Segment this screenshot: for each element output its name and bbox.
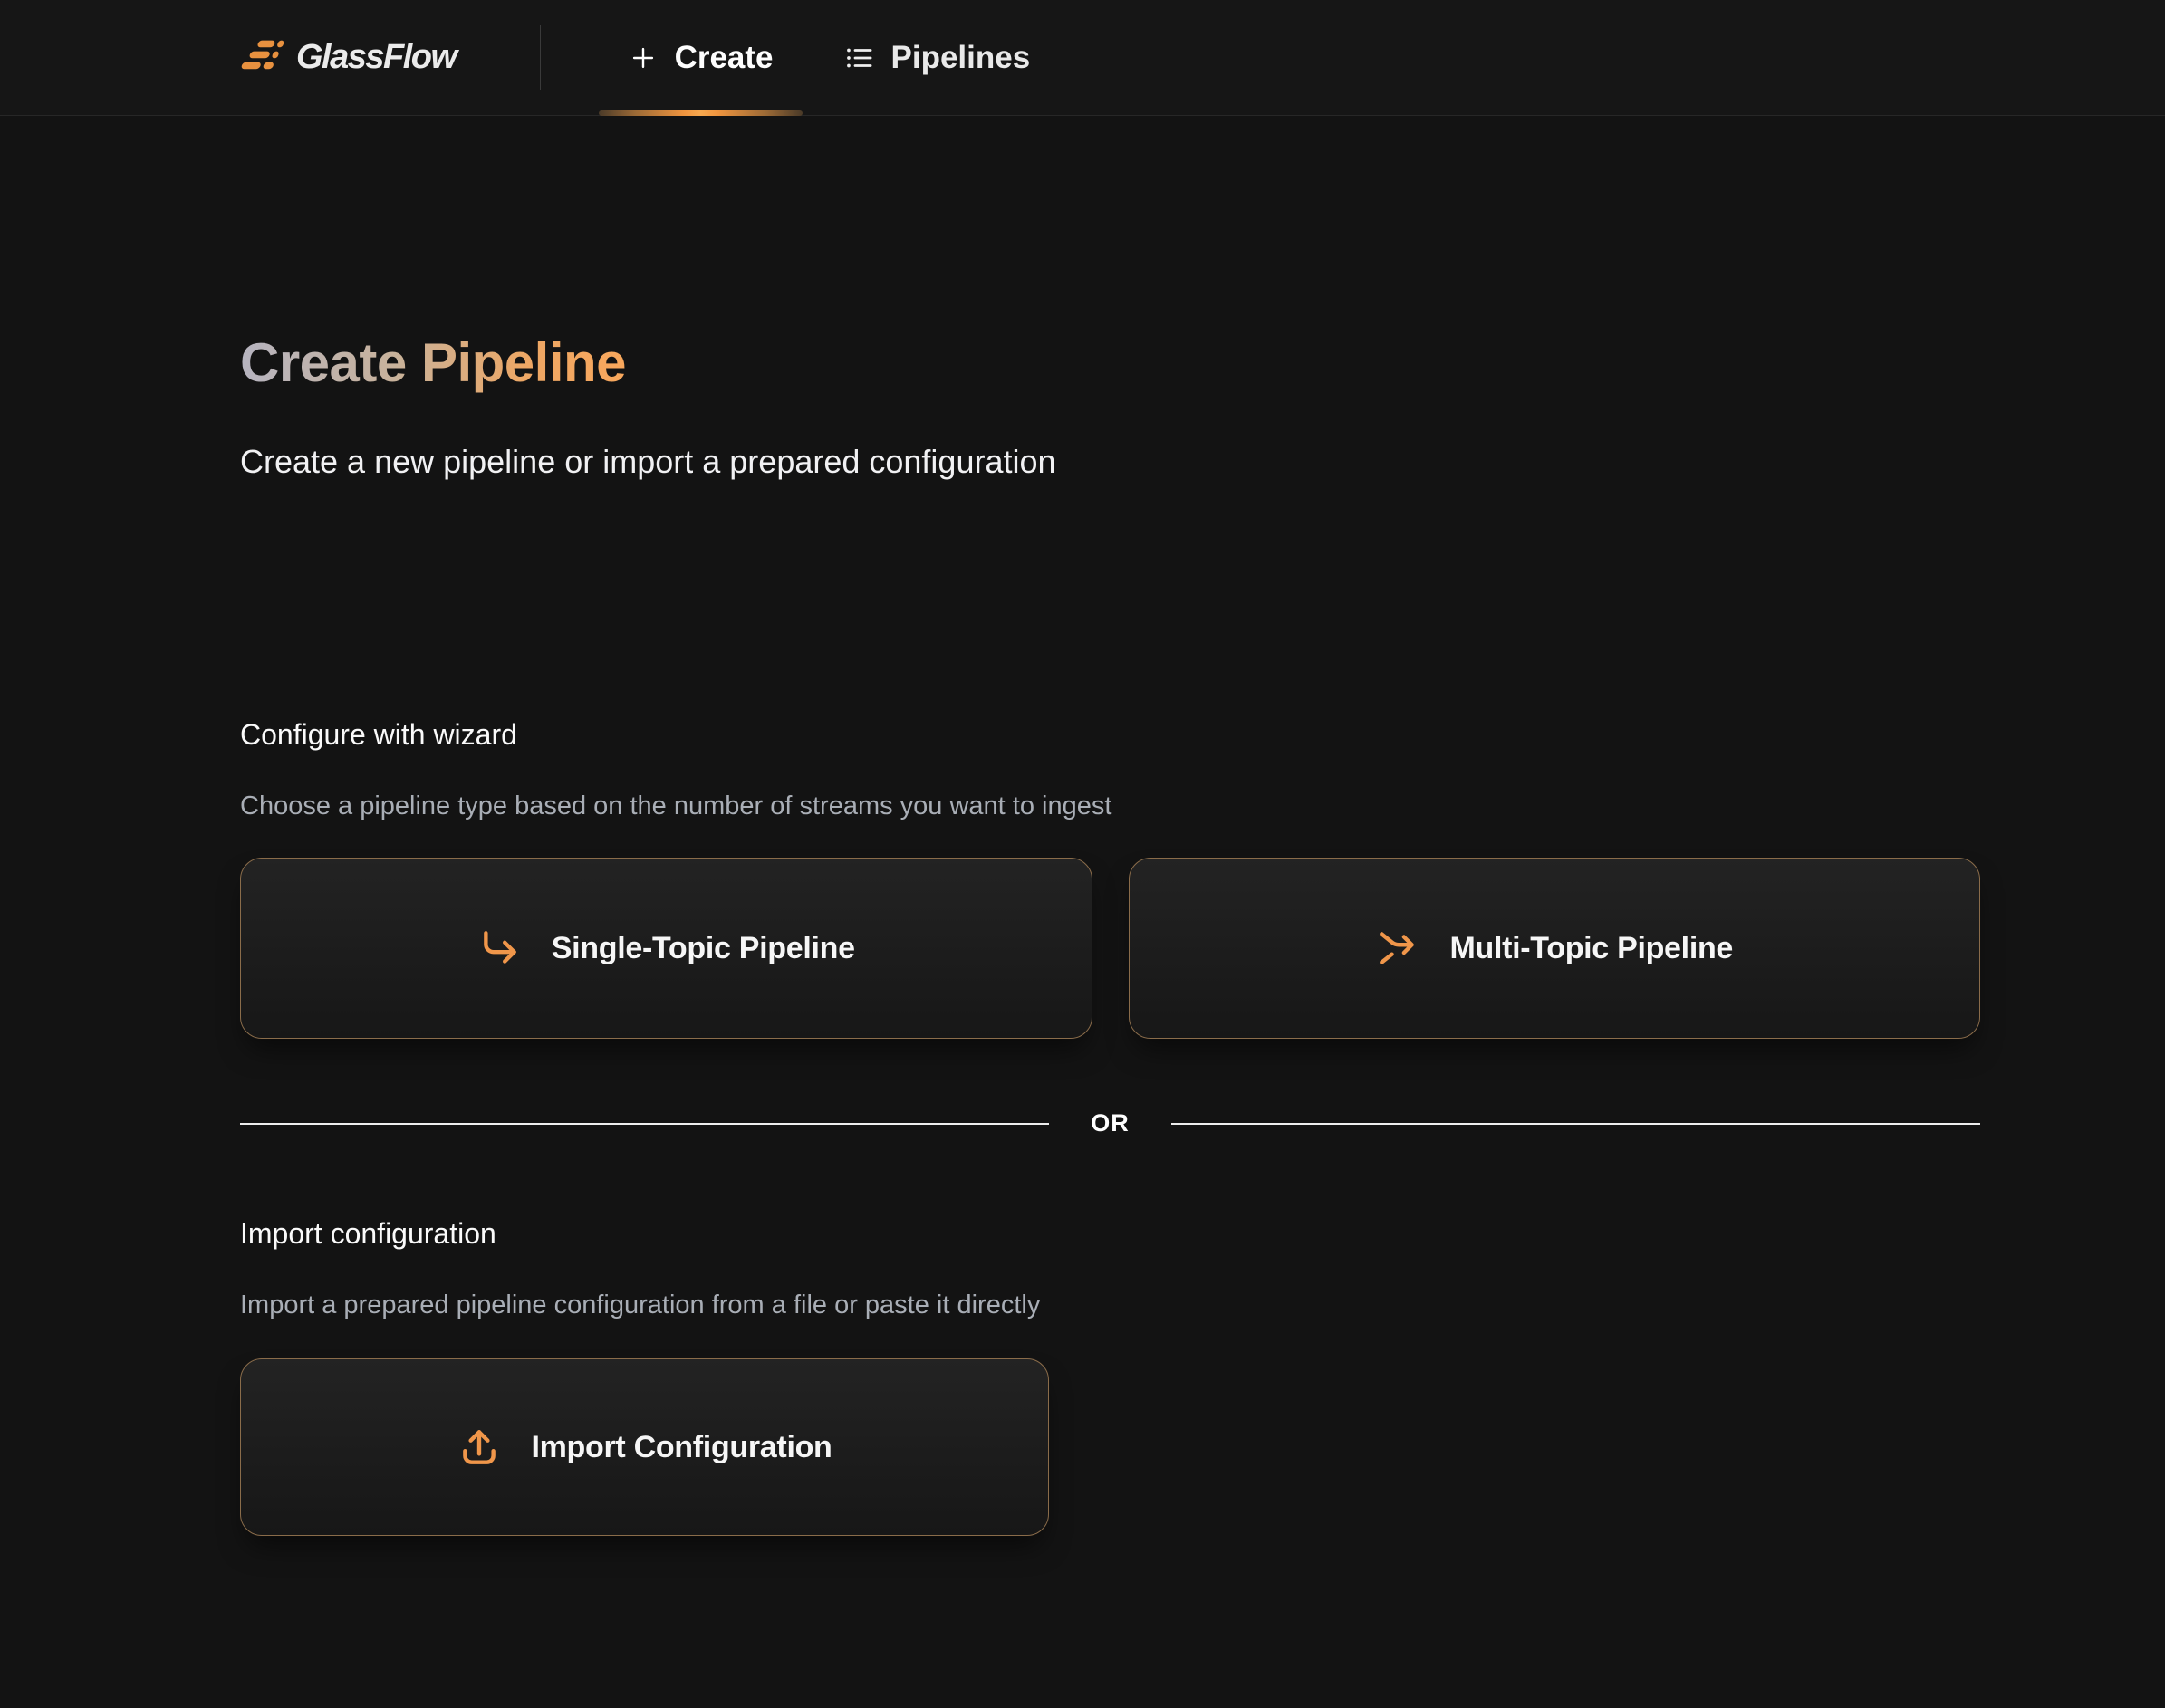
divider-line-right: [1171, 1123, 1980, 1125]
import-heading: Import configuration: [240, 1217, 1980, 1251]
tab-create-label: Create: [675, 40, 774, 76]
single-topic-pipeline-button[interactable]: Single-Topic Pipeline: [240, 858, 1092, 1039]
import-configuration-label: Import Configuration: [531, 1430, 832, 1465]
tab-pipelines[interactable]: Pipelines: [815, 0, 1060, 115]
merge-icon: [1375, 926, 1420, 971]
import-section: Import configuration Import a prepared p…: [240, 1217, 1980, 1536]
import-configuration-button[interactable]: Import Configuration: [240, 1358, 1049, 1536]
brand-name: GlassFlow: [296, 38, 457, 77]
page-title-primary: Create: [240, 332, 407, 393]
corner-down-right-icon: [477, 926, 523, 971]
wizard-heading: Configure with wizard: [240, 718, 1980, 752]
divider-line-left: [240, 1123, 1049, 1125]
tab-pipelines-label: Pipelines: [891, 40, 1031, 76]
tab-create[interactable]: Create: [599, 0, 803, 115]
wizard-section: Configure with wizard Choose a pipeline …: [240, 718, 1980, 1039]
nav-tabs: Create Pipelines: [599, 0, 1060, 115]
list-icon: [844, 43, 875, 73]
single-topic-pipeline-label: Single-Topic Pipeline: [552, 931, 855, 966]
navbar-divider: [540, 25, 541, 90]
glassflow-logo-icon: [240, 38, 284, 77]
import-description: Import a prepared pipeline configuration…: [240, 1291, 1980, 1320]
page-title: Create Pipeline: [240, 331, 1980, 394]
brand[interactable]: GlassFlow: [240, 0, 457, 115]
main-content: Create Pipeline Create a new pipeline or…: [0, 331, 2165, 1536]
or-divider: OR: [240, 1109, 1980, 1137]
upload-icon: [457, 1425, 502, 1470]
plus-icon: [628, 43, 659, 73]
or-divider-label: OR: [1091, 1109, 1130, 1137]
multi-topic-pipeline-label: Multi-Topic Pipeline: [1449, 931, 1733, 966]
multi-topic-pipeline-button[interactable]: Multi-Topic Pipeline: [1129, 858, 1981, 1039]
wizard-description: Choose a pipeline type based on the numb…: [240, 792, 1980, 821]
navbar: GlassFlow Create Pipelines: [0, 0, 2165, 116]
page-subtitle: Create a new pipeline or import a prepar…: [240, 443, 1980, 481]
pipeline-type-options: Single-Topic Pipeline Multi-Topic Pipeli…: [240, 858, 1980, 1039]
page-title-accent: Pipeline: [421, 332, 626, 393]
